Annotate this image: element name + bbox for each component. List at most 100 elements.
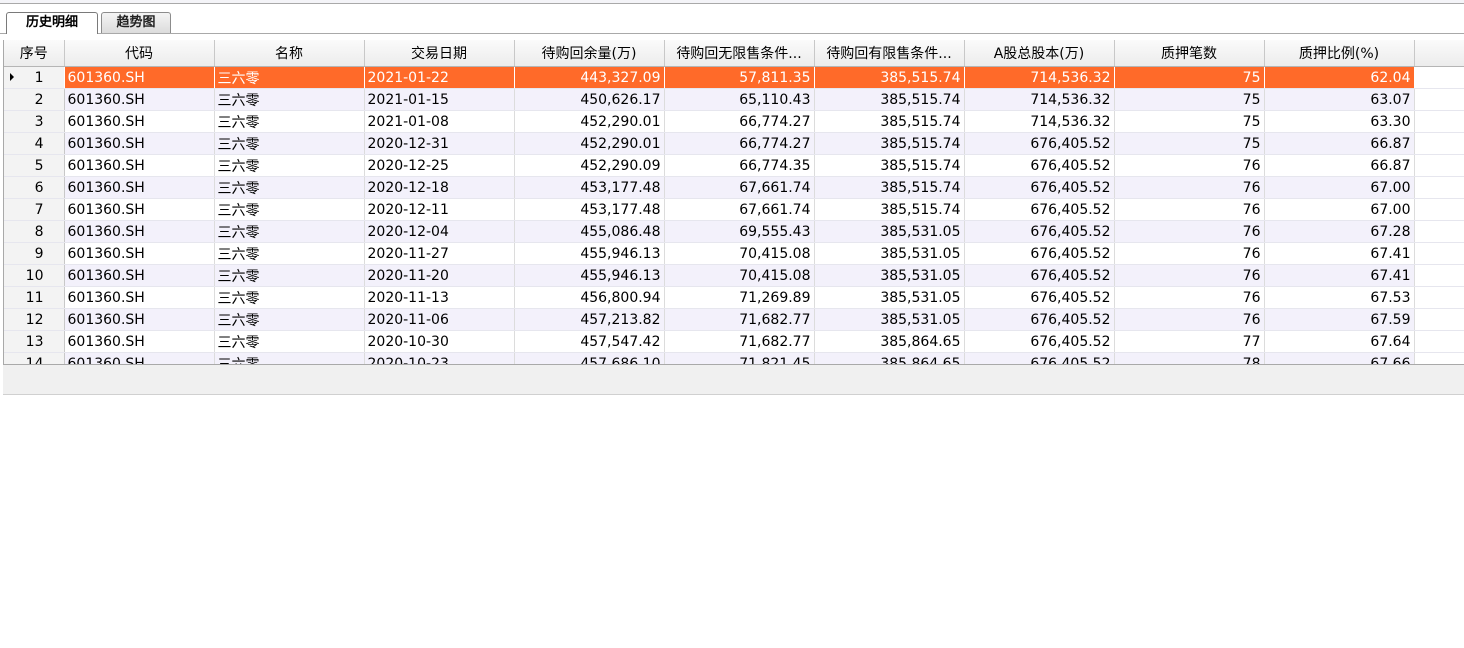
cell-text: 385,531.05 (880, 267, 961, 284)
cell-restricted: 385,531.05 (814, 220, 965, 243)
table-row[interactable]: 3 601360.SH 三六零 2021-01-08 452,290.01 66,774.… (4, 110, 1464, 133)
cell-pledge-ratio: 66.87 (1264, 154, 1415, 177)
cell-text: 6 (34, 179, 44, 196)
tab-trend-chart[interactable]: 趋势图 (101, 12, 171, 33)
cell-text: 453,177.48 (580, 179, 661, 196)
cell-filler (1414, 352, 1464, 364)
cell-index: 11 (4, 286, 65, 309)
cell-text: 457,547.42 (580, 333, 661, 350)
cell-filler (1414, 220, 1464, 243)
cell-text: 385,531.05 (880, 311, 961, 328)
table-row[interactable]: 14 601360.SH 三六零 2020-10-23 457,686.10 71,821… (4, 352, 1464, 365)
cell-filler (1414, 88, 1464, 111)
table-row[interactable]: 8 601360.SH 三六零 2020-12-04 455,086.48 69,555.… (4, 220, 1464, 243)
table-row[interactable]: 7 601360.SH 三六零 2020-12-11 453,177.48 67,661.… (4, 198, 1464, 221)
table-row[interactable]: 4 601360.SH 三六零 2020-12-31 452,290.01 66,774.… (4, 132, 1464, 155)
cell-text: 三六零 (217, 246, 260, 263)
cell-pending-balance: 457,213.82 (514, 308, 665, 331)
cell-text: 2020-11-27 (367, 245, 449, 262)
cell-text: 601360.SH (67, 245, 145, 262)
cell-pledge-count: 76 (1114, 198, 1265, 221)
col-header-pledge-count[interactable]: 质押笔数 (1114, 40, 1265, 67)
cell-text: 67.28 (1370, 223, 1411, 240)
cell-text: 601360.SH (67, 157, 145, 174)
cell-code: 601360.SH (64, 308, 215, 331)
cell-trade-date: 2020-10-30 (364, 330, 515, 353)
cell-index: 7 (4, 198, 65, 221)
cell-text: 2020-12-25 (367, 157, 449, 174)
cell-trade-date: 2020-11-20 (364, 264, 515, 287)
cell-pledge-ratio: 67.66 (1264, 352, 1415, 364)
cell-pledge-count: 75 (1114, 110, 1265, 133)
cell-restricted: 385,864.65 (814, 352, 965, 364)
table-row[interactable]: 5 601360.SH 三六零 2020-12-25 452,290.09 66,774.… (4, 154, 1464, 177)
cell-pledge-ratio: 67.00 (1264, 198, 1415, 221)
cell-unrestricted: 66,774.35 (664, 154, 815, 177)
cell-text: 2021-01-22 (367, 69, 449, 86)
cell-text: 676,405.52 (1030, 201, 1111, 218)
cell-pledge-count: 76 (1114, 308, 1265, 331)
cell-text: 385,515.74 (880, 91, 961, 108)
cell-text: 2020-12-18 (367, 179, 449, 196)
cell-trade-date: 2020-11-06 (364, 308, 515, 331)
cell-text: 2021-01-08 (367, 113, 449, 130)
cell-pending-balance: 455,946.13 (514, 264, 665, 287)
cell-filler (1414, 330, 1464, 353)
cell-code: 601360.SH (64, 132, 215, 155)
table-row[interactable]: 12 601360.SH 三六零 2020-11-06 457,213.82 71,682… (4, 308, 1464, 331)
cell-text: 14 (25, 355, 44, 365)
cell-code: 601360.SH (64, 352, 215, 364)
col-header-code[interactable]: 代码 (64, 40, 215, 67)
table-row[interactable]: 2 601360.SH 三六零 2021-01-15 450,626.17 65,110.… (4, 88, 1464, 111)
cell-text: 67,661.74 (739, 179, 811, 196)
cell-filler (1414, 242, 1464, 265)
cell-filler (1414, 264, 1464, 287)
col-header-name[interactable]: 名称 (214, 40, 365, 67)
cell-text: 三六零 (217, 202, 260, 219)
cell-text: 76 (1242, 201, 1261, 218)
table-row[interactable]: 1 601360.SH 三六零 2021-01-22 443,327.09 57,811.… (4, 66, 1464, 89)
cell-name: 三六零 (214, 110, 365, 133)
cell-total-shares: 676,405.52 (964, 352, 1115, 364)
cell-filler (1414, 66, 1464, 89)
cell-code: 601360.SH (64, 264, 215, 287)
col-header-pledge-ratio[interactable]: 质押比例(%) (1264, 40, 1415, 67)
col-header-restricted[interactable]: 待购回有限售条件... (814, 40, 965, 67)
cell-total-shares: 676,405.52 (964, 220, 1115, 243)
horizontal-scrollbar[interactable] (3, 364, 1464, 395)
cell-text: 601360.SH (67, 91, 145, 108)
col-header-index[interactable]: 序号 (4, 40, 65, 67)
col-header-pending-balance[interactable]: 待购回余量(万) (514, 40, 665, 67)
cell-text: 385,515.74 (880, 113, 961, 130)
cell-text: 456,800.94 (580, 289, 661, 306)
cell-text: 385,515.74 (880, 135, 961, 152)
cell-code: 601360.SH (64, 242, 215, 265)
cell-name: 三六零 (214, 132, 365, 155)
table-row[interactable]: 13 601360.SH 三六零 2020-10-30 457,547.42 71,682… (4, 330, 1464, 353)
col-header-unrestricted[interactable]: 待购回无限售条件... (664, 40, 815, 67)
history-data-grid[interactable]: 序号 代码 名称 交易日期 待购回余量(万) 待购回无限售条件... 待购回有限… (3, 40, 1464, 364)
col-header-trade-date[interactable]: 交易日期 (364, 40, 515, 67)
cell-pending-balance: 457,547.42 (514, 330, 665, 353)
row-pointer-icon (10, 73, 14, 81)
cell-text: 76 (1242, 179, 1261, 196)
cell-pledge-ratio: 67.41 (1264, 242, 1415, 265)
table-row[interactable]: 6 601360.SH 三六零 2020-12-18 453,177.48 67,661.… (4, 176, 1464, 199)
tab-history-detail[interactable]: 历史明细 (6, 12, 98, 34)
table-row[interactable]: 10 601360.SH 三六零 2020-11-20 455,946.13 70,415… (4, 264, 1464, 287)
cell-name: 三六零 (214, 154, 365, 177)
cell-text: 66.87 (1370, 135, 1411, 152)
cell-text: 63.07 (1370, 91, 1411, 108)
cell-total-shares: 714,536.32 (964, 88, 1115, 111)
cell-text: 601360.SH (67, 69, 145, 86)
table-row[interactable]: 9 601360.SH 三六零 2020-11-27 455,946.13 70,415.… (4, 242, 1464, 265)
cell-index: 5 (4, 154, 65, 177)
cell-pledge-count: 76 (1114, 242, 1265, 265)
cell-unrestricted: 69,555.43 (664, 220, 815, 243)
cell-pledge-count: 76 (1114, 264, 1265, 287)
cell-text: 457,686.10 (580, 355, 661, 365)
cell-trade-date: 2020-11-13 (364, 286, 515, 309)
table-row[interactable]: 11 601360.SH 三六零 2020-11-13 456,800.94 71,269… (4, 286, 1464, 309)
col-header-total-shares[interactable]: A股总股本(万) (964, 40, 1115, 67)
cell-pending-balance: 443,327.09 (514, 66, 665, 89)
